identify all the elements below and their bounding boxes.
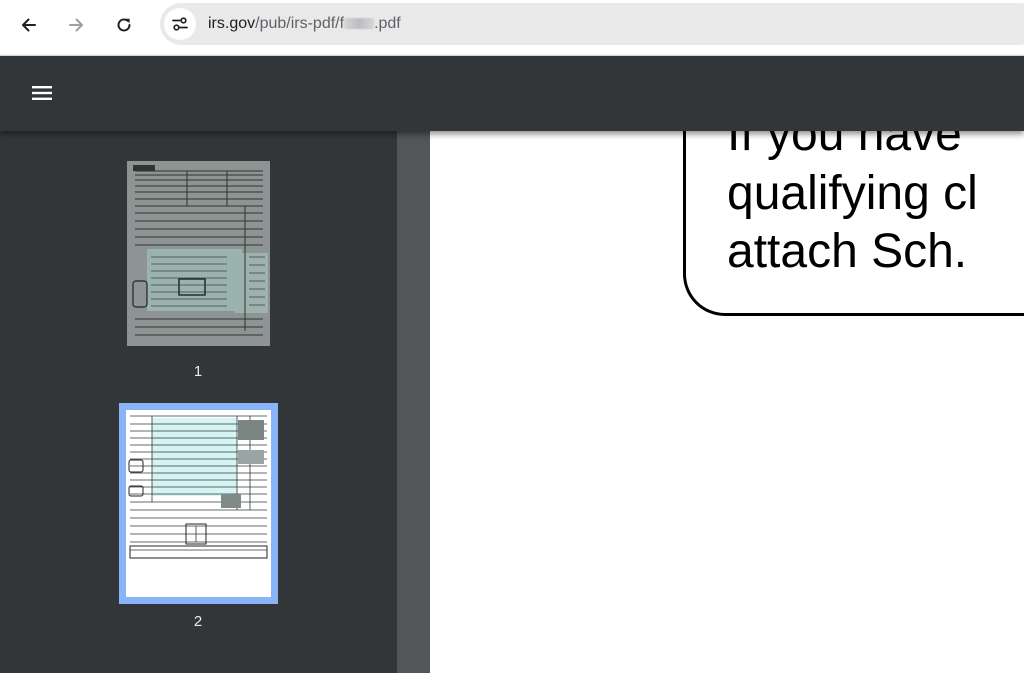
- page-number-label: 2: [193, 613, 203, 630]
- page-thumbnail-1[interactable]: [127, 161, 270, 346]
- url-path-prefix: /pub/irs-pdf/f: [255, 15, 345, 32]
- page-number-label: 1: [193, 363, 203, 380]
- hamburger-menu-icon: [32, 86, 52, 100]
- back-button[interactable]: [12, 8, 46, 42]
- url-text[interactable]: irs.gov/pub/irs-pdf/f .pdf: [208, 15, 401, 33]
- browser-toolbar: irs.gov/pub/irs-pdf/f .pdf: [0, 0, 1024, 56]
- url-host: irs.gov: [208, 15, 256, 32]
- reload-button[interactable]: [107, 8, 141, 42]
- thumbnail-sidebar: 1 2: [0, 131, 397, 673]
- site-info-button[interactable]: [164, 8, 196, 40]
- pdf-page-viewport[interactable]: If you have qualifying cl attach Sch.: [430, 131, 1024, 673]
- callout-text-line: If you have: [727, 131, 962, 161]
- arrow-right-icon: [69, 18, 83, 32]
- page-2-paper: [126, 410, 271, 597]
- reload-icon: [117, 18, 131, 32]
- address-bar[interactable]: irs.gov/pub/irs-pdf/f .pdf: [160, 3, 1024, 45]
- tune-icon: [172, 17, 188, 31]
- forward-button[interactable]: [59, 8, 93, 42]
- page-thumbnail-2[interactable]: [119, 403, 278, 604]
- form-page-2-preview: [128, 415, 268, 559]
- callout-text-line: qualifying cl: [727, 167, 978, 220]
- arrow-left-icon: [22, 18, 36, 32]
- pdf-viewer-toolbar: [0, 56, 1024, 131]
- sidebar-resize-gutter[interactable]: [397, 131, 430, 673]
- form-page-1-preview: [127, 161, 270, 346]
- sidebar-menu-button[interactable]: [22, 73, 62, 113]
- redacted-filename: [344, 18, 375, 29]
- callout-text-line: attach Sch.: [727, 225, 968, 278]
- url-path-suffix: .pdf: [374, 15, 401, 32]
